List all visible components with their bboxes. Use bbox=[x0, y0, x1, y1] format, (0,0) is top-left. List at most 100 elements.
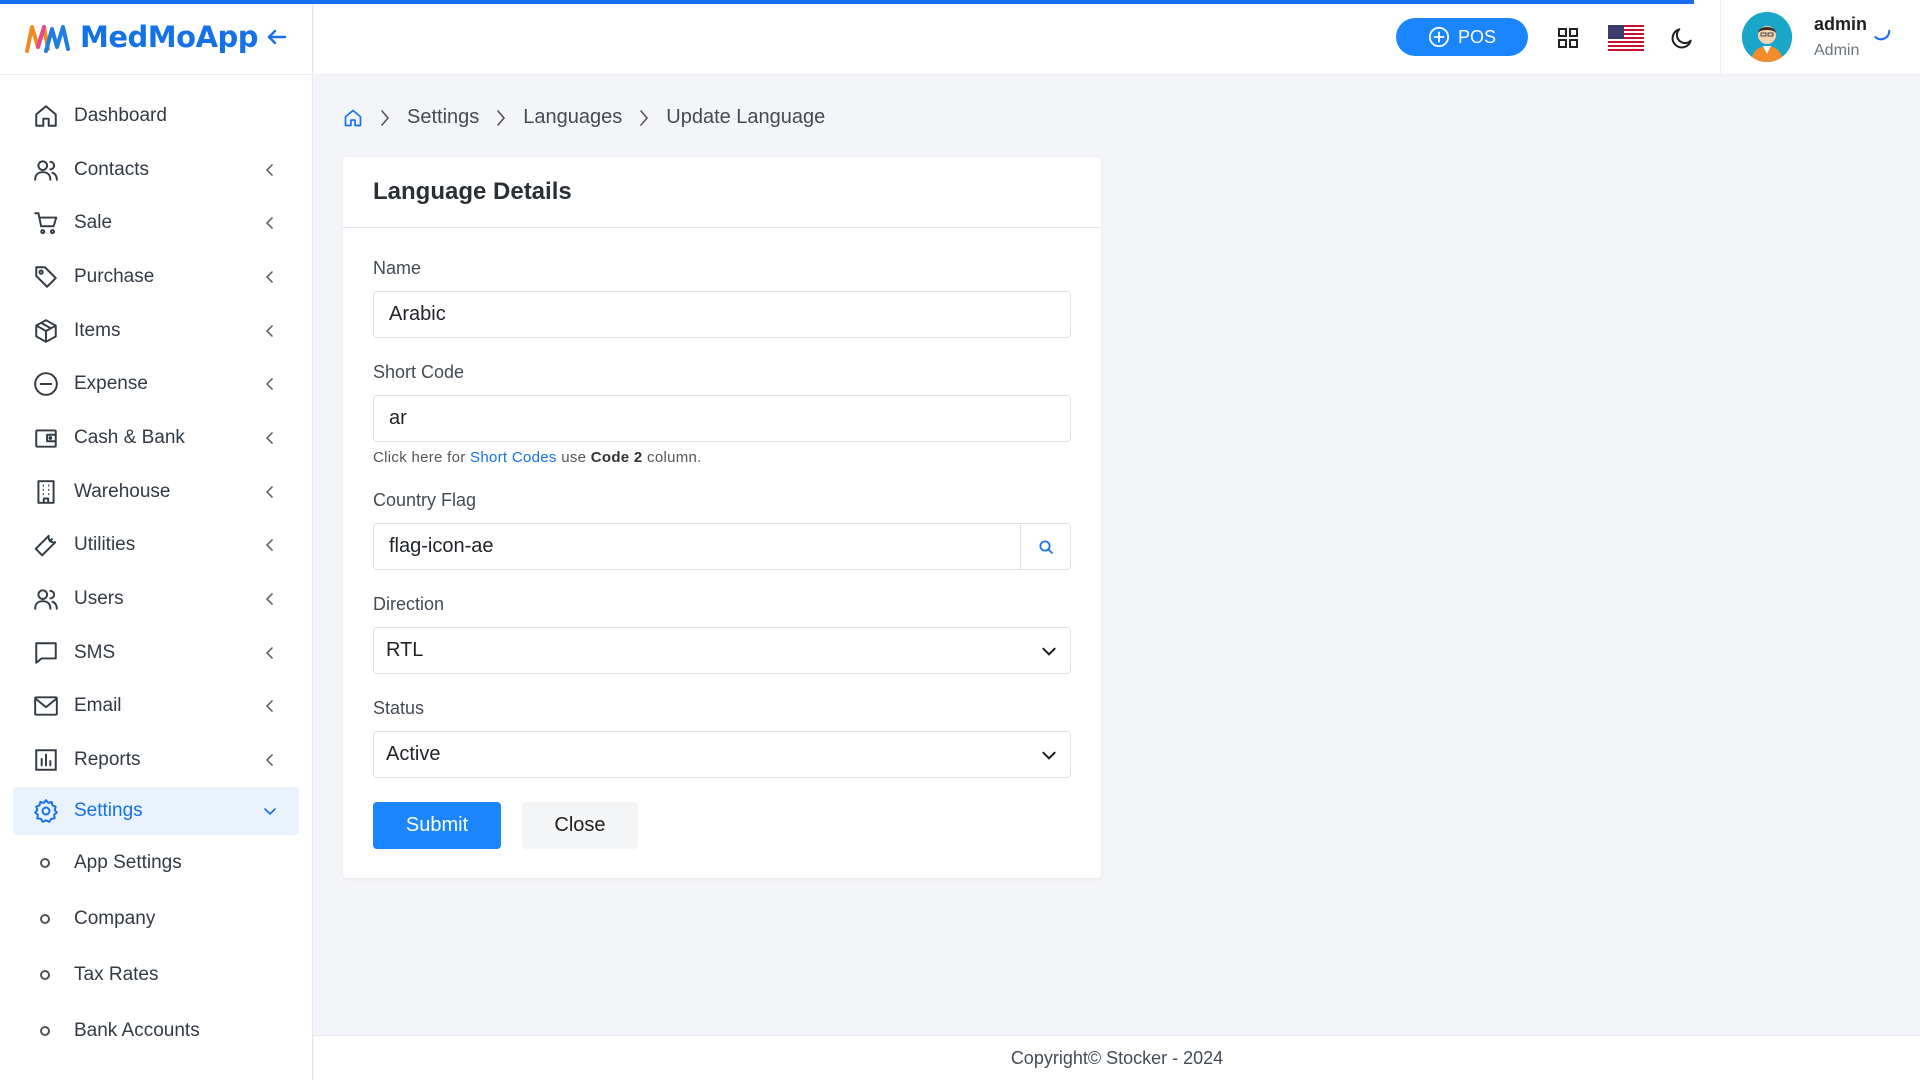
submit-button[interactable]: Submit bbox=[373, 802, 501, 849]
sidebar-item-label: Settings bbox=[74, 799, 143, 821]
building-icon bbox=[32, 478, 60, 506]
pos-button[interactable]: POS bbox=[1396, 18, 1528, 56]
user-avatar-icon[interactable] bbox=[1742, 12, 1792, 62]
sidebar-subitem-bank-accounts[interactable]: Bank Accounts bbox=[0, 1003, 312, 1059]
breadcrumb-settings[interactable]: Settings bbox=[407, 106, 479, 129]
sidebar-item-label: Sale bbox=[74, 212, 113, 234]
form-actions: Submit Close bbox=[373, 802, 1071, 849]
circle-bullet-icon bbox=[40, 969, 50, 980]
home-icon bbox=[32, 102, 60, 130]
name-group: Name Arabic bbox=[373, 258, 1071, 338]
name-label: Name bbox=[373, 258, 422, 278]
sidebar-subitem-app-settings[interactable]: App Settings bbox=[0, 835, 312, 891]
sidebar-item-label: Users bbox=[74, 588, 124, 610]
country-flag-search-button[interactable] bbox=[1021, 523, 1071, 570]
status-group: Status Active bbox=[373, 698, 1071, 778]
top-bar: POS admin Admin bbox=[314, 0, 1920, 75]
help-text-suffix: column. bbox=[647, 449, 702, 466]
sidebar: MedMoApp Dashboard Contacts Sale Purchas… bbox=[0, 0, 313, 1080]
sidebar-item-sms[interactable]: SMS bbox=[0, 626, 312, 680]
chevron-down-icon bbox=[264, 808, 276, 816]
theme-toggle-button[interactable] bbox=[1666, 22, 1698, 54]
wrench-icon bbox=[32, 531, 60, 559]
chevron-left-icon bbox=[265, 432, 273, 444]
apps-grid-button[interactable] bbox=[1552, 22, 1584, 54]
short-code-input[interactable]: ar bbox=[373, 395, 1071, 442]
direction-label: Direction bbox=[373, 594, 445, 614]
country-flag-label: Country Flag bbox=[373, 490, 477, 510]
circle-bullet-icon bbox=[40, 857, 50, 868]
sidebar-item-label: Warehouse bbox=[74, 480, 171, 502]
chevron-right-icon bbox=[381, 109, 390, 126]
sidebar-subitem-label: App Settings bbox=[74, 851, 182, 873]
mail-icon bbox=[32, 692, 60, 720]
short-code-help-text: Click here for Short Codes use Code 2 co… bbox=[373, 449, 1071, 466]
sidebar-item-label: Email bbox=[74, 695, 122, 717]
card-title: Language Details bbox=[373, 178, 572, 205]
sidebar-item-items[interactable]: Items bbox=[0, 304, 312, 358]
card-body: Name Arabic Short Code ar Click here for… bbox=[343, 228, 1101, 849]
plus-circle-icon bbox=[1428, 26, 1450, 48]
user-role: Admin bbox=[1814, 42, 1860, 59]
name-input[interactable]: Arabic bbox=[373, 291, 1071, 338]
direction-group: Direction RTL bbox=[373, 594, 1071, 674]
direction-select[interactable]: RTL bbox=[373, 627, 1071, 674]
country-flag-input[interactable]: flag-icon-ae bbox=[373, 523, 1022, 570]
breadcrumb-separator bbox=[493, 108, 509, 128]
gear-icon bbox=[32, 797, 60, 825]
chevron-left-icon bbox=[265, 485, 273, 498]
close-button[interactable]: Close bbox=[522, 802, 638, 849]
status-label: Status bbox=[373, 698, 425, 718]
sidebar-item-label: Expense bbox=[74, 373, 148, 395]
chevron-left-icon bbox=[265, 700, 273, 713]
language-selector[interactable] bbox=[1606, 22, 1646, 54]
sidebar-item-email[interactable]: Email bbox=[0, 680, 312, 734]
sidebar-item-sale[interactable]: Sale bbox=[0, 196, 312, 250]
country-flag-input-group: flag-icon-ae bbox=[373, 523, 1071, 570]
breadcrumb-separator bbox=[377, 108, 393, 128]
sidebar-item-utilities[interactable]: Utilities bbox=[0, 519, 312, 573]
box-icon bbox=[32, 317, 60, 345]
tag-icon bbox=[32, 263, 60, 291]
sidebar-item-dashboard[interactable]: Dashboard bbox=[0, 89, 312, 143]
sidebar-item-warehouse[interactable]: Warehouse bbox=[0, 465, 312, 519]
breadcrumb-home[interactable] bbox=[343, 108, 363, 128]
sidebar-item-contacts[interactable]: Contacts bbox=[0, 143, 312, 197]
short-code-group: Short Code ar Click here for Short Codes… bbox=[373, 362, 1071, 466]
users-icon bbox=[32, 156, 60, 184]
sidebar-collapse-button[interactable] bbox=[262, 22, 292, 52]
message-icon bbox=[32, 639, 60, 667]
sidebar-item-label: Utilities bbox=[74, 534, 136, 556]
grid-icon bbox=[1558, 28, 1578, 48]
sidebar-item-reports[interactable]: Reports bbox=[0, 733, 312, 787]
chevron-left-icon bbox=[265, 217, 273, 230]
sidebar-subitem-label: Tax Rates bbox=[74, 963, 159, 985]
sidebar-item-cash-bank[interactable]: Cash & Bank bbox=[0, 411, 312, 465]
us-flag-icon bbox=[1608, 25, 1644, 51]
sidebar-item-label: Dashboard bbox=[74, 104, 167, 126]
sidebar-item-expense[interactable]: Expense bbox=[0, 357, 312, 411]
status-selected-value: Active bbox=[386, 743, 441, 765]
sidebar-item-label: Contacts bbox=[74, 158, 149, 180]
status-select[interactable]: Active bbox=[373, 731, 1071, 778]
chevron-left-icon bbox=[265, 324, 273, 337]
loading-spinner-icon bbox=[1874, 29, 1891, 41]
mm-logo-icon bbox=[25, 25, 70, 53]
sidebar-subitem-company[interactable]: Company bbox=[0, 891, 312, 947]
pos-button-label: POS bbox=[1457, 26, 1496, 47]
short-codes-link[interactable]: Short Codes bbox=[470, 449, 557, 466]
breadcrumb-current: Update Language bbox=[666, 106, 826, 128]
sidebar-item-settings[interactable]: Settings bbox=[13, 786, 299, 835]
sidebar-subitem-label: Company bbox=[74, 907, 156, 929]
home-icon bbox=[344, 109, 362, 126]
sidebar-subitem-tax-rates[interactable]: Tax Rates bbox=[0, 947, 312, 1003]
sidebar-item-users[interactable]: Users bbox=[0, 572, 312, 626]
sidebar-item-purchase[interactable]: Purchase bbox=[0, 250, 312, 304]
app-name: MedMoApp bbox=[80, 20, 259, 54]
circle-bullet-icon bbox=[40, 913, 50, 924]
circle-bullet-icon bbox=[40, 1025, 50, 1036]
arrow-left-icon bbox=[267, 29, 287, 45]
sidebar-nav: Dashboard Contacts Sale Purchase Items E… bbox=[0, 75, 312, 1059]
topbar-divider bbox=[1720, 0, 1721, 75]
breadcrumb-languages[interactable]: Languages bbox=[523, 106, 622, 129]
